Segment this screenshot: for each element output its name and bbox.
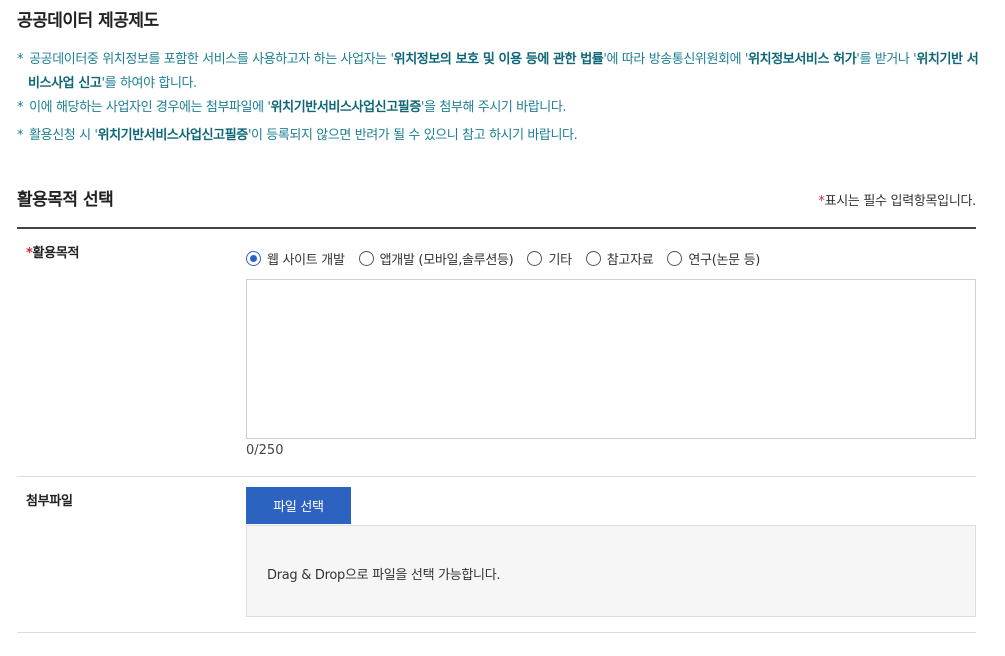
- radio-option-research[interactable]: 연구(논문 등): [667, 249, 760, 268]
- purpose-label: *활용목적: [26, 246, 80, 261]
- required-note: *표시는 필수 입력항목입니다.: [818, 194, 976, 209]
- radio-option-app[interactable]: 앱개발 (모바일,솔루션등): [358, 249, 514, 268]
- radio-button[interactable]: [358, 251, 374, 266]
- section-divider: [17, 227, 976, 229]
- purpose-textarea[interactable]: [246, 279, 976, 439]
- notice-location-law: * 공공데이터중 위치정보를 포함한 서비스를 사용하고자 하는 사업자는 '위치…: [17, 52, 979, 91]
- notice-rejection-warning: * 활용신청 시 '위치기반서비스사업신고필증'이 등록되지 않으면 반려가 될 …: [17, 128, 578, 143]
- notice-bullet: *: [17, 100, 24, 115]
- notice-bullet: *: [17, 128, 24, 143]
- section-title: 활용목적 선택: [17, 190, 114, 210]
- file-select-button[interactable]: 파일 선택: [246, 487, 351, 524]
- radio-button[interactable]: [585, 251, 601, 266]
- character-counter: 0/250: [246, 443, 284, 458]
- page-title: 공공데이터 제공제도: [17, 11, 159, 31]
- attachment-label: 첨부파일: [26, 494, 73, 509]
- radio-button[interactable]: [527, 251, 543, 266]
- row-divider: [17, 476, 976, 477]
- purpose-radio-group: 웹 사이트 개발 앱개발 (모바일,솔루션등) 기타 참고자료 연구(논문 등): [246, 249, 774, 268]
- notice-bullet: *: [17, 52, 24, 67]
- radio-button[interactable]: [246, 251, 261, 266]
- notice-attach-certificate: * 이에 해당하는 사업자인 경우에는 첨부파일에 '위치기반서비스사업신고필증'…: [17, 100, 567, 115]
- file-drop-zone[interactable]: Drag & Drop으로 파일을 선택 가능합니다.: [246, 525, 976, 617]
- radio-option-other[interactable]: 기타: [527, 249, 572, 268]
- radio-button[interactable]: [667, 251, 683, 266]
- radio-option-reference[interactable]: 참고자료: [585, 249, 654, 268]
- drop-zone-text: Drag & Drop으로 파일을 선택 가능합니다.: [267, 568, 501, 583]
- radio-option-website[interactable]: 웹 사이트 개발: [246, 249, 345, 268]
- row-divider: [17, 632, 976, 633]
